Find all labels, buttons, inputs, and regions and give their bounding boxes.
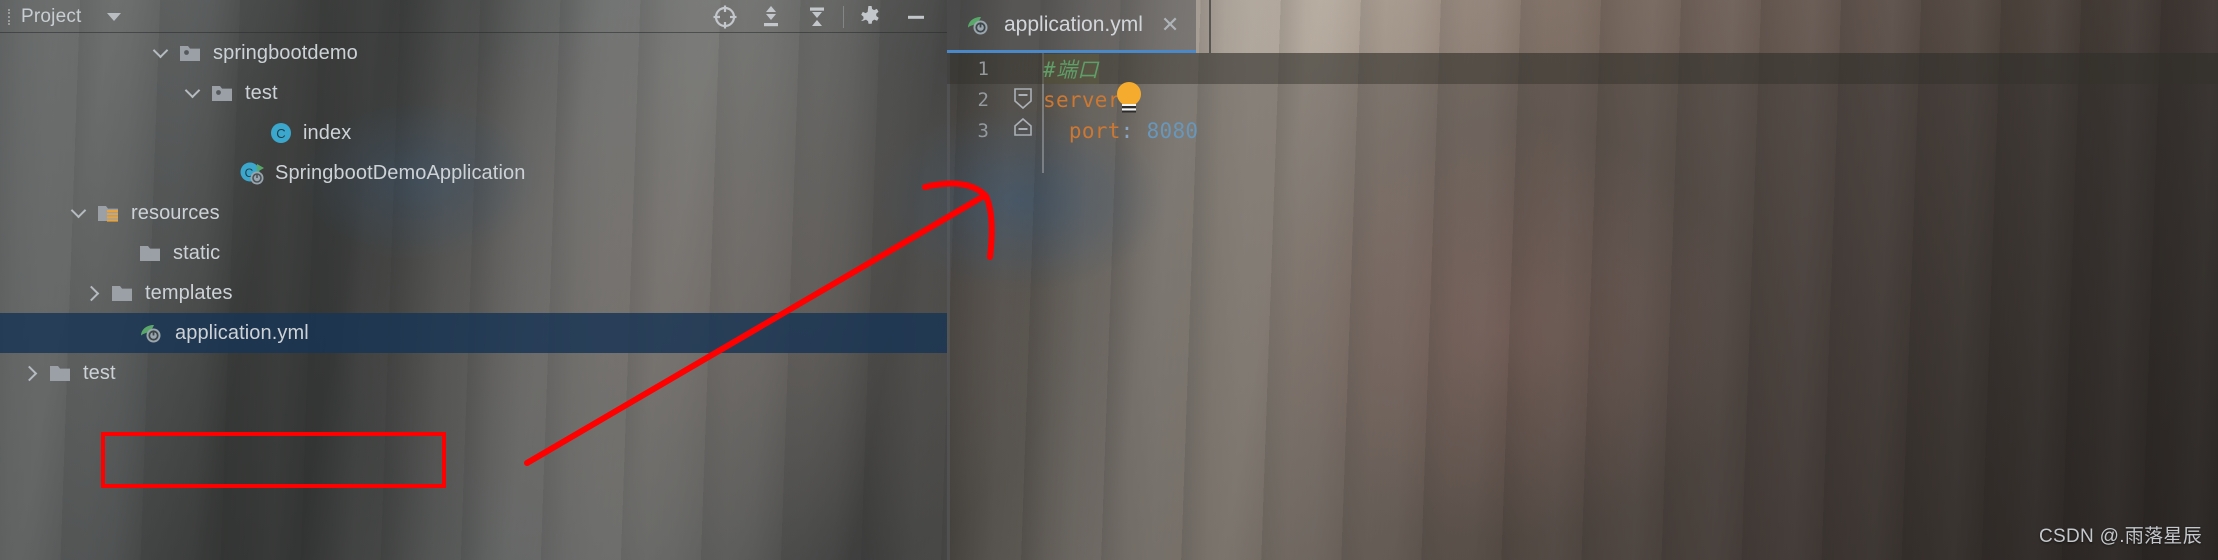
code-token-key: server	[1043, 87, 1121, 112]
gear-icon[interactable]	[847, 0, 893, 33]
tree-item-index[interactable]: C index	[0, 113, 947, 153]
line-number: 2	[977, 88, 989, 111]
lightbulb-icon[interactable]	[1112, 79, 1146, 119]
project-toolbar	[702, 0, 939, 33]
code-token-colon: :	[1120, 118, 1147, 143]
line-number: 1	[977, 57, 989, 80]
tree-item-resources[interactable]: resources	[0, 193, 947, 233]
project-tool-window: Project springbootdemo test C index C Sp…	[0, 0, 947, 560]
twisty-placeholder	[110, 322, 132, 344]
fold-column[interactable]	[1003, 115, 1043, 146]
code-token-key: port	[1043, 118, 1121, 143]
tree-item-springbootdemo[interactable]: springbootdemo	[0, 33, 947, 73]
fold-column[interactable]	[1003, 84, 1043, 115]
code-editor[interactable]: 1 #端口 2 server: 3	[947, 53, 2218, 560]
chevron-down-icon[interactable]	[150, 42, 172, 64]
panel-title: Project	[21, 5, 82, 27]
folder-resources-icon	[98, 206, 118, 222]
tree-item-test-root[interactable]: test	[0, 353, 947, 393]
fold-column	[1003, 53, 1043, 84]
chevron-down-icon[interactable]	[182, 82, 204, 104]
spring-yaml-icon	[141, 325, 161, 343]
tree-item-label: test	[245, 81, 278, 104]
tab-label: application.yml	[1004, 13, 1143, 36]
tree-item-label: test	[83, 361, 116, 384]
close-icon[interactable]: ✕	[1161, 14, 1179, 36]
drag-grip-icon	[8, 8, 12, 25]
folder-icon	[140, 246, 160, 261]
tree-item-label: static	[173, 241, 221, 264]
folder-icon	[50, 366, 70, 381]
code-token-comment: #端口	[1043, 53, 1099, 84]
code-token-number: 8080	[1146, 118, 1199, 143]
folder-module-icon	[180, 46, 200, 61]
fold-collapse-icon[interactable]	[1012, 86, 1034, 112]
project-title-group[interactable]: Project	[8, 0, 121, 33]
tree-item-label: SpringbootDemoApplication	[275, 161, 526, 184]
project-file-tree[interactable]: springbootdemo test C index C Springboot…	[0, 33, 947, 560]
chevron-right-icon[interactable]	[20, 362, 42, 384]
tree-item-label: templates	[145, 281, 233, 304]
folder-module-icon	[212, 86, 232, 101]
twisty-placeholder	[110, 242, 132, 264]
tree-item-label: resources	[131, 201, 220, 224]
watermark: CSDN @.雨落星辰	[2039, 526, 2202, 547]
expand-all-icon[interactable]	[748, 0, 794, 33]
twisty-placeholder	[210, 162, 232, 184]
tree-item-test-src[interactable]: test	[0, 73, 947, 113]
chevron-down-icon[interactable]	[106, 12, 121, 21]
tab-application-yml[interactable]: application.yml ✕	[947, 0, 1197, 53]
line-number: 3	[977, 119, 989, 142]
spring-yaml-icon	[968, 17, 988, 35]
folder-icon	[112, 286, 132, 301]
collapse-all-icon[interactable]	[794, 0, 840, 33]
svg-text:C: C	[276, 126, 285, 141]
tree-item-application-yml[interactable]: application.yml	[0, 313, 947, 353]
chevron-down-icon[interactable]	[68, 202, 90, 224]
toolbar-separator	[843, 5, 844, 28]
tree-item-springbootdemoapplication[interactable]: C SpringbootDemoApplication	[0, 153, 947, 193]
editor-tab-strip: application.yml ✕	[947, 0, 2218, 53]
tab-strip-divider	[1209, 0, 1211, 53]
spring-boot-class-icon: C	[240, 162, 264, 185]
chevron-right-icon[interactable]	[82, 282, 104, 304]
tree-item-label: application.yml	[175, 321, 309, 344]
tree-item-templates[interactable]: templates	[0, 273, 947, 313]
fold-collapse-icon[interactable]	[1012, 117, 1034, 143]
tree-item-label: index	[303, 121, 352, 144]
minimize-icon[interactable]	[893, 0, 939, 33]
locate-icon[interactable]	[702, 0, 748, 33]
editor-area: application.yml ✕ 1 #端口 2 server 3 port …	[947, 0, 2218, 560]
project-panel-header: Project	[0, 0, 947, 33]
java-class-icon: C	[271, 123, 291, 143]
ide-window: Project springbootdemo test C index C Sp…	[0, 0, 2218, 560]
code-line[interactable]: 3 port: 8080	[947, 115, 2218, 146]
twisty-placeholder	[240, 122, 262, 144]
tree-item-static[interactable]: static	[0, 233, 947, 273]
tree-item-label: springbootdemo	[213, 41, 358, 64]
